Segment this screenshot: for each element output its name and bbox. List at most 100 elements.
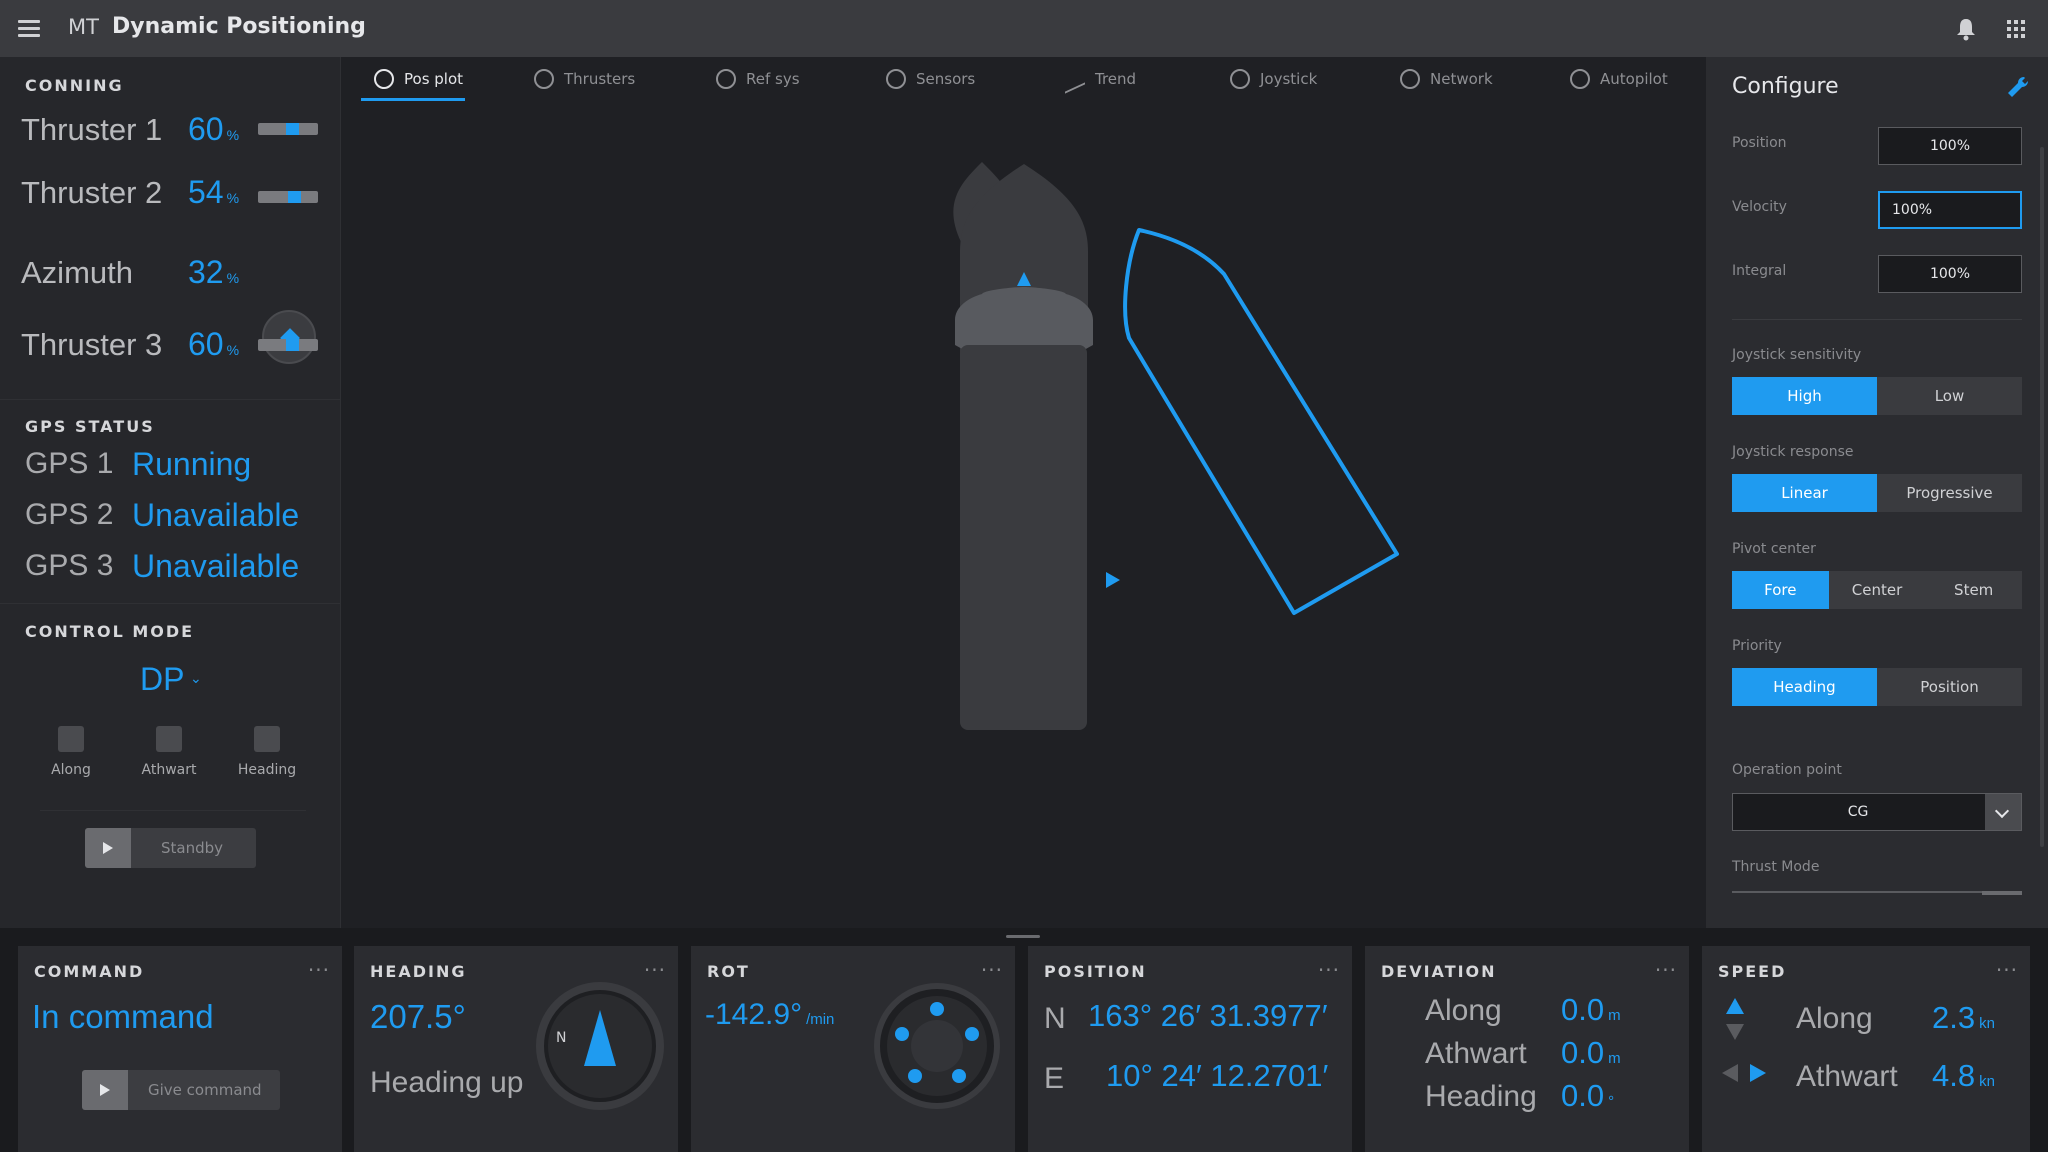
tab-network[interactable]: Network xyxy=(1400,69,1493,89)
thruster-2-value: 54% xyxy=(188,174,240,210)
thruster-1-value: 60% xyxy=(188,111,240,147)
response-linear-option[interactable]: Linear xyxy=(1732,474,1877,512)
direction-marker-icon xyxy=(1106,572,1120,588)
speed-athwart-label: Athwart xyxy=(1796,1060,1898,1093)
heading-card: HEADING ··· 207.5° Heading up N xyxy=(354,946,678,1152)
resize-handle[interactable] xyxy=(1006,935,1040,938)
position-plot[interactable] xyxy=(342,102,1705,928)
priority-position-option[interactable]: Position xyxy=(1877,668,2022,706)
compass-north-label: N xyxy=(556,1030,566,1046)
athwart-arrows-icon xyxy=(1722,1064,1766,1082)
operation-point-select[interactable]: CG xyxy=(1732,793,2022,831)
speed-title: SPEED xyxy=(1718,962,1787,981)
give-command-label: Give command xyxy=(148,1081,262,1099)
gps-2-status: Unavailable xyxy=(132,497,300,533)
tab-label: Pos plot xyxy=(404,70,464,88)
along-toggle[interactable] xyxy=(58,726,84,752)
configure-panel: Configure Position 100% Velocity 100% In… xyxy=(1706,57,2048,928)
config-divider xyxy=(1732,319,2022,320)
more-options-icon[interactable]: ··· xyxy=(308,958,330,982)
thrust-mode-label: Thrust Mode xyxy=(1732,859,1820,875)
tab-joystick[interactable]: Joystick xyxy=(1230,69,1317,89)
tab-ref-sys[interactable]: Ref sys xyxy=(716,69,800,89)
antenna-icon xyxy=(886,69,906,89)
gps-2-label: GPS 2 xyxy=(25,498,114,531)
sensitivity-low-option[interactable]: Low xyxy=(1877,377,2022,415)
position-title: POSITION xyxy=(1044,962,1147,981)
joystick-icon xyxy=(1230,69,1250,89)
thruster-3-value: 60% xyxy=(188,326,240,362)
thrust-mode-control[interactable] xyxy=(1732,891,2022,897)
speed-athwart-value: 4.8 kn xyxy=(1932,1058,1995,1093)
joystick-response-toggle: Linear Progressive xyxy=(1732,474,2022,512)
heading-title: HEADING xyxy=(370,962,467,981)
deviation-along-value: 0.0 m xyxy=(1561,992,1621,1027)
more-options-icon[interactable]: ··· xyxy=(1655,958,1677,982)
integral-gain-input[interactable]: 100% xyxy=(1878,255,2022,293)
pivot-center-option[interactable]: Center xyxy=(1828,571,1926,609)
velocity-gain-label: Velocity xyxy=(1732,199,1787,215)
heading-toggle[interactable] xyxy=(254,726,280,752)
deviation-card: DEVIATION ··· Along 0.0 m Athwart 0.0 m He… xyxy=(1365,946,1689,1152)
heading-mode: Heading up xyxy=(370,1066,524,1099)
deviation-along-label: Along xyxy=(1425,994,1502,1027)
tab-label: Trend xyxy=(1095,70,1137,88)
gps-1-status: Running xyxy=(132,446,252,482)
more-options-icon[interactable]: ··· xyxy=(1996,958,2018,982)
give-command-button[interactable]: Give command xyxy=(82,1070,280,1110)
fan-icon xyxy=(534,69,554,89)
tab-pos-plot[interactable]: Pos plot xyxy=(374,69,463,89)
rot-card: ROT ··· -142.9°/min xyxy=(691,946,1015,1152)
tab-sensors[interactable]: Sensors xyxy=(886,69,975,89)
speed-card: SPEED ··· Along 2.3 kn Athwart 4.8 kn xyxy=(1702,946,2030,1152)
thruster-3-label: Thruster 3 xyxy=(21,327,163,362)
velocity-gain-input[interactable]: 100% xyxy=(1878,191,2022,229)
tab-label: Ref sys xyxy=(746,70,800,88)
target-vessel-outline xyxy=(1123,228,1399,615)
more-options-icon[interactable]: ··· xyxy=(1318,958,1340,982)
heading-label: Heading xyxy=(237,762,297,778)
tab-label: Sensors xyxy=(916,70,976,88)
section-divider xyxy=(0,399,341,400)
athwart-toggle[interactable] xyxy=(156,726,182,752)
hamburger-menu-icon[interactable] xyxy=(18,20,40,37)
position-gain-input[interactable]: 100% xyxy=(1878,127,2022,165)
top-bar: MT Dynamic Positioning xyxy=(0,0,2048,57)
thruster-2-bar xyxy=(258,191,318,203)
tab-thrusters[interactable]: Thrusters xyxy=(534,69,635,89)
north-label: N xyxy=(1044,1002,1066,1035)
chevron-down-icon[interactable] xyxy=(1985,794,2021,830)
tab-trend[interactable]: Trend xyxy=(1065,64,1137,94)
azimuth-value: 32% xyxy=(188,254,240,290)
joystick-sensitivity-label: Joystick sensitivity xyxy=(1732,347,1862,363)
east-label: E xyxy=(1044,1062,1065,1095)
operation-point-value: CG xyxy=(1847,804,1869,820)
config-scrollbar[interactable] xyxy=(2040,147,2044,847)
pivot-stem-option[interactable]: Stem xyxy=(1925,571,2023,609)
priority-label: Priority xyxy=(1732,638,1782,654)
north-value: 163° 26′ 31.3977′ xyxy=(1088,998,1328,1033)
network-icon xyxy=(1400,69,1420,89)
section-divider xyxy=(0,603,341,604)
vessel-body-lower xyxy=(960,345,1087,730)
active-tab-indicator xyxy=(361,98,465,101)
control-mode-select[interactable]: DP xyxy=(140,661,184,698)
sensitivity-high-option[interactable]: High xyxy=(1732,377,1877,415)
chevron-down-icon[interactable]: ⌄ xyxy=(190,671,202,687)
standby-button[interactable]: Standby xyxy=(85,828,256,868)
priority-heading-option[interactable]: Heading xyxy=(1732,668,1877,706)
more-options-icon[interactable]: ··· xyxy=(644,958,666,982)
tab-label: Thrusters xyxy=(564,70,636,88)
wrench-icon[interactable] xyxy=(2006,75,2032,101)
thruster-1-bar xyxy=(258,123,318,135)
more-options-icon[interactable]: ··· xyxy=(981,958,1003,982)
pivot-fore-option[interactable]: Fore xyxy=(1732,571,1829,609)
apps-grid-icon[interactable] xyxy=(2007,20,2025,38)
pivot-center-label: Pivot center xyxy=(1732,541,1816,557)
speed-along-label: Along xyxy=(1796,1002,1873,1035)
bell-icon[interactable] xyxy=(1955,17,1977,41)
tab-autopilot[interactable]: Autopilot xyxy=(1570,69,1668,89)
response-progressive-option[interactable]: Progressive xyxy=(1877,474,2022,512)
thruster-1-label: Thruster 1 xyxy=(21,112,163,147)
tab-bar: Pos plot Thrusters Ref sys Sensors Trend… xyxy=(342,57,1705,102)
